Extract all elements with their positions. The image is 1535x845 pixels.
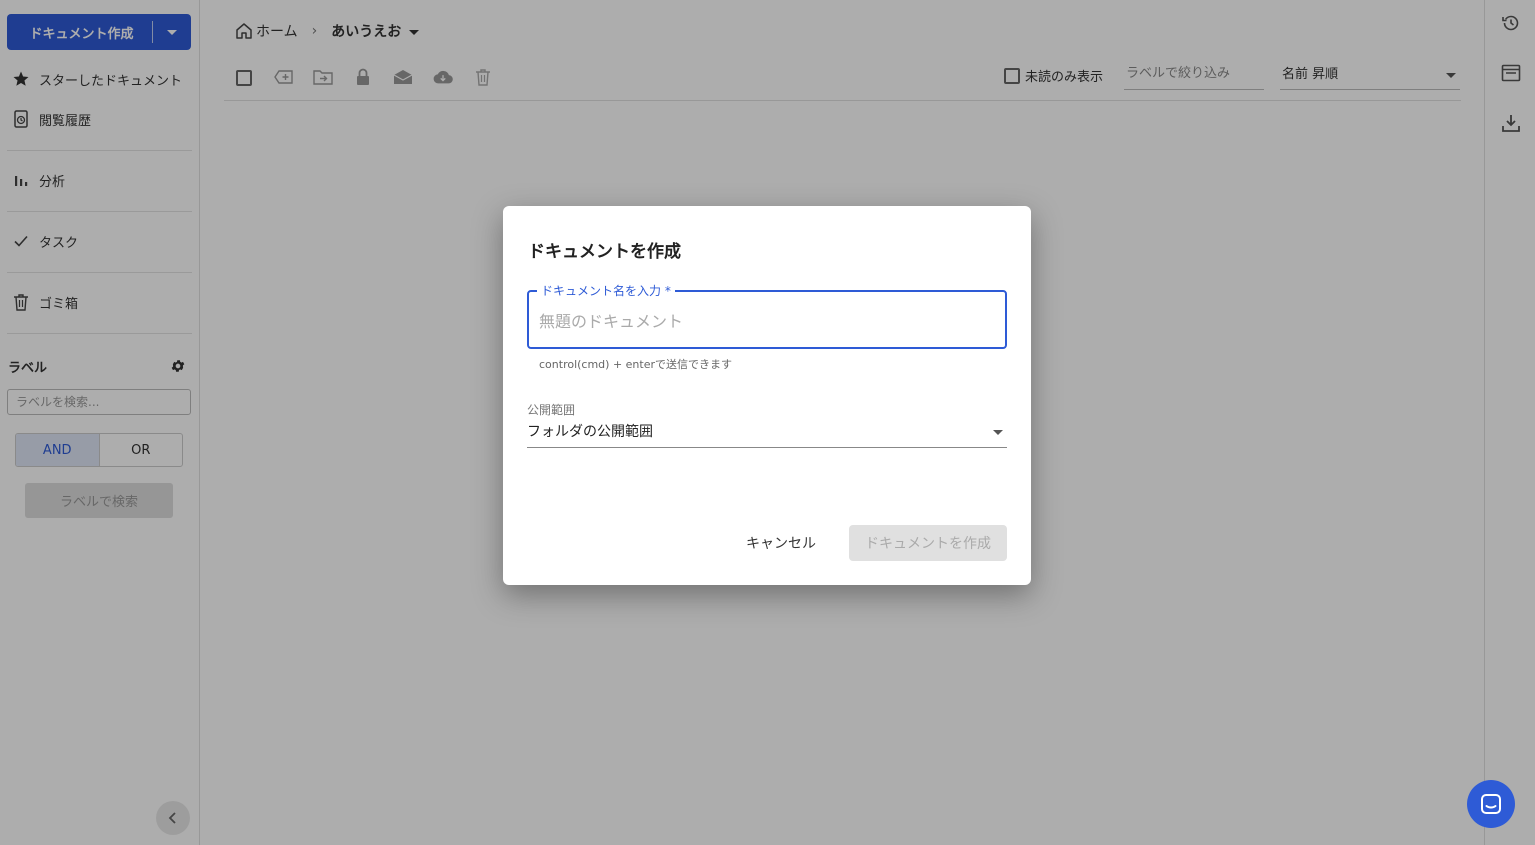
chat-launcher-button[interactable]	[1467, 780, 1515, 828]
required-mark: *	[664, 284, 671, 298]
create-document-submit-button[interactable]: ドキュメントを作成	[849, 525, 1007, 561]
dialog-title: ドキュメントを作成	[528, 242, 681, 262]
document-name-label: ドキュメント名を入力 *	[537, 282, 675, 299]
document-name-field[interactable]: ドキュメント名を入力 *	[527, 282, 1007, 349]
visibility-select[interactable]: フォルダの公開範囲	[527, 420, 1007, 448]
cancel-button[interactable]: キャンセル	[735, 525, 827, 561]
visibility-value: フォルダの公開範囲	[527, 424, 653, 440]
chevron-down-icon	[993, 430, 1003, 435]
helper-text: control(cmd) + enterで送信できます	[539, 358, 733, 371]
create-document-dialog: ドキュメントを作成 ドキュメント名を入力 * control(cmd) + en…	[503, 206, 1031, 585]
visibility-label: 公開範囲	[527, 403, 576, 417]
document-name-input[interactable]	[539, 312, 994, 331]
chat-icon	[1481, 794, 1501, 814]
